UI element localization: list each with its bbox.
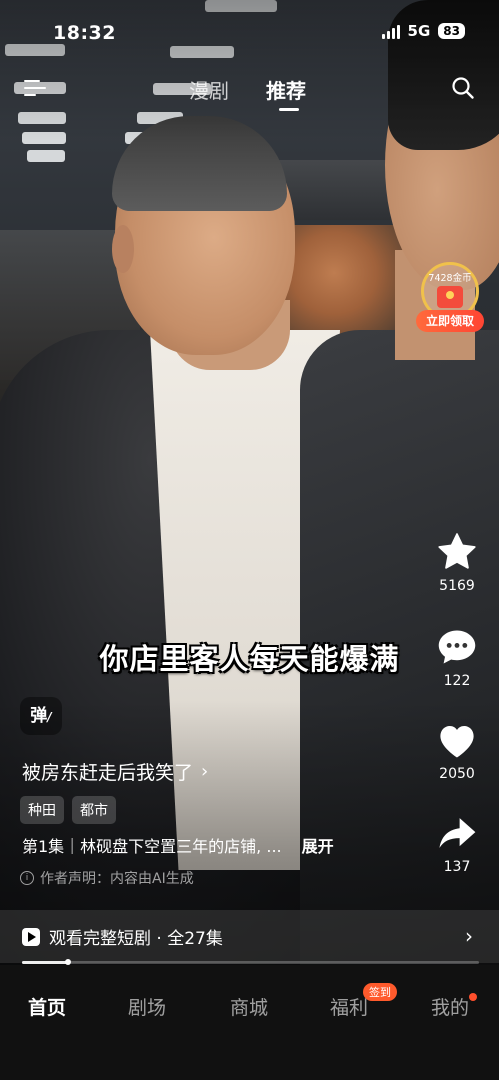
checkin-badge: 签到 — [363, 983, 397, 1001]
episode-description: 第1集｜林砚盘下空置三年的店铺, ... 展开 — [22, 833, 334, 857]
red-envelope-icon — [437, 286, 463, 308]
nav-home[interactable]: 首页 — [28, 993, 66, 1020]
video-progress-bar[interactable] — [22, 959, 479, 965]
like-button[interactable]: 2050 — [422, 720, 492, 782]
danmu-label: 弹 — [30, 706, 48, 726]
coin-reward-widget[interactable]: 7428金币 立即领取 — [416, 262, 484, 334]
old-man-ear — [112, 225, 134, 273]
tab-manju[interactable]: 漫剧 — [189, 75, 229, 104]
signal-icon — [381, 24, 400, 39]
share-count: 137 — [443, 859, 471, 875]
network-type: 5G — [407, 22, 431, 40]
tab-recommend[interactable]: 推荐 — [266, 75, 306, 104]
comment-count: 122 — [443, 673, 471, 689]
bottom-nav: 首页 剧场 商城 福利 签到 我的 — [0, 965, 499, 1080]
nav-profile[interactable]: 我的 — [431, 993, 469, 1020]
chevron-right-icon: › — [201, 761, 209, 782]
status-indicators: 5G 83 — [381, 22, 465, 40]
comment-button[interactable]: 122 — [422, 627, 492, 689]
watch-full-drama-bar[interactable]: 观看完整短剧 · 全27集 › — [0, 910, 499, 963]
progress-fill — [22, 961, 68, 964]
tag-item[interactable]: 都市 — [72, 796, 116, 824]
comment-icon — [438, 630, 476, 664]
battery-icon: 83 — [438, 23, 465, 39]
tag-item[interactable]: 种田 — [20, 796, 64, 824]
nav-theater[interactable]: 剧场 — [128, 993, 166, 1020]
notification-dot — [469, 993, 477, 1001]
star-icon — [438, 533, 476, 569]
play-icon — [22, 927, 40, 946]
share-button[interactable]: 137 — [422, 813, 492, 875]
chevron-right-icon: › — [465, 924, 473, 948]
ai-disclaimer-text: 作者声明：内容由AI生成 — [40, 871, 194, 887]
tag-list: 种田 都市 — [20, 796, 116, 824]
heart-icon — [440, 726, 474, 758]
danmu-toggle-button[interactable]: 弹/ — [20, 697, 62, 735]
claim-reward-button[interactable]: 立即领取 — [416, 310, 484, 332]
search-icon[interactable] — [451, 76, 475, 100]
reward-amount: 7428金币 — [428, 273, 472, 284]
menu-icon[interactable] — [24, 78, 48, 98]
expand-button[interactable]: 展开 — [302, 833, 334, 857]
ai-disclaimer: i 作者声明：内容由AI生成 — [20, 868, 194, 888]
nav-mall[interactable]: 商城 — [230, 993, 268, 1020]
status-time: 18:32 — [53, 22, 116, 44]
favorite-count: 5169 — [439, 578, 475, 594]
info-icon: i — [20, 871, 34, 885]
nav-welfare[interactable]: 福利 — [330, 993, 368, 1020]
drama-title-text: 被房东赶走后我笑了 — [22, 762, 194, 784]
drama-title[interactable]: 被房东赶走后我笑了 › — [22, 758, 208, 785]
favorite-button[interactable]: 5169 — [422, 532, 492, 594]
like-count: 2050 — [439, 766, 475, 782]
top-gradient — [0, 0, 499, 140]
ceiling-light — [27, 150, 65, 162]
episode-text: 第1集｜林砚盘下空置三年的店铺, ... — [22, 837, 282, 856]
tab-underline — [279, 108, 299, 111]
share-icon — [439, 818, 476, 848]
watch-full-drama-label: 观看完整短剧 · 全27集 — [49, 929, 223, 949]
